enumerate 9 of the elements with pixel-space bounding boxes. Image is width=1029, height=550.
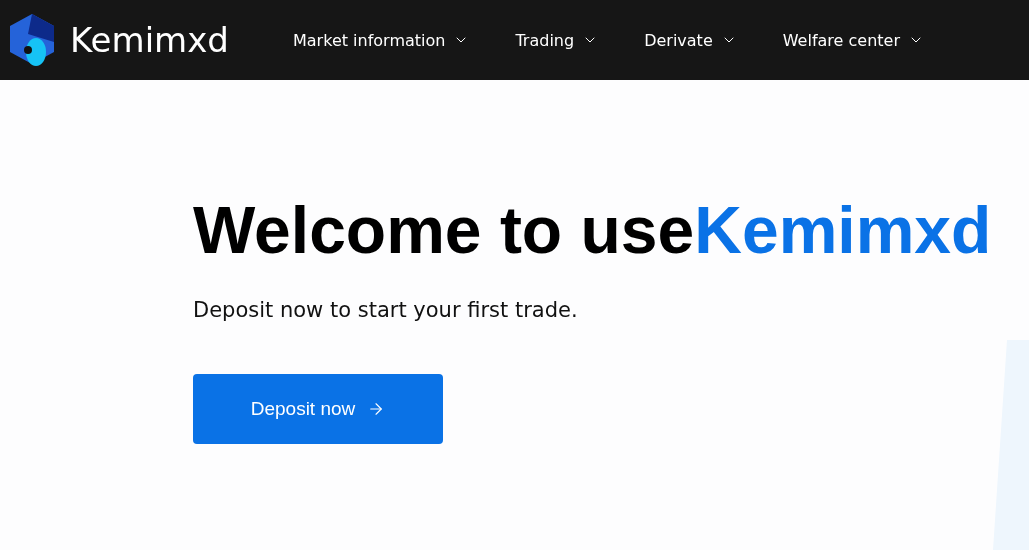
nav-menu-item[interactable]: Market information	[293, 30, 470, 50]
hero-title: Welcome to useKemimxd	[193, 192, 992, 268]
nav-menu-item[interactable]: Trading	[515, 30, 599, 50]
hero-subtitle: Deposit now to start your first trade.	[193, 298, 579, 322]
nav-menu-item[interactable]: Derivate	[644, 30, 737, 50]
hexagon-logo-icon	[8, 12, 56, 68]
brand-name: Kemimxd	[70, 20, 229, 60]
deposit-button[interactable]: Deposit now	[193, 374, 443, 444]
nav-menu-item[interactable]: Welfare center	[782, 30, 924, 50]
